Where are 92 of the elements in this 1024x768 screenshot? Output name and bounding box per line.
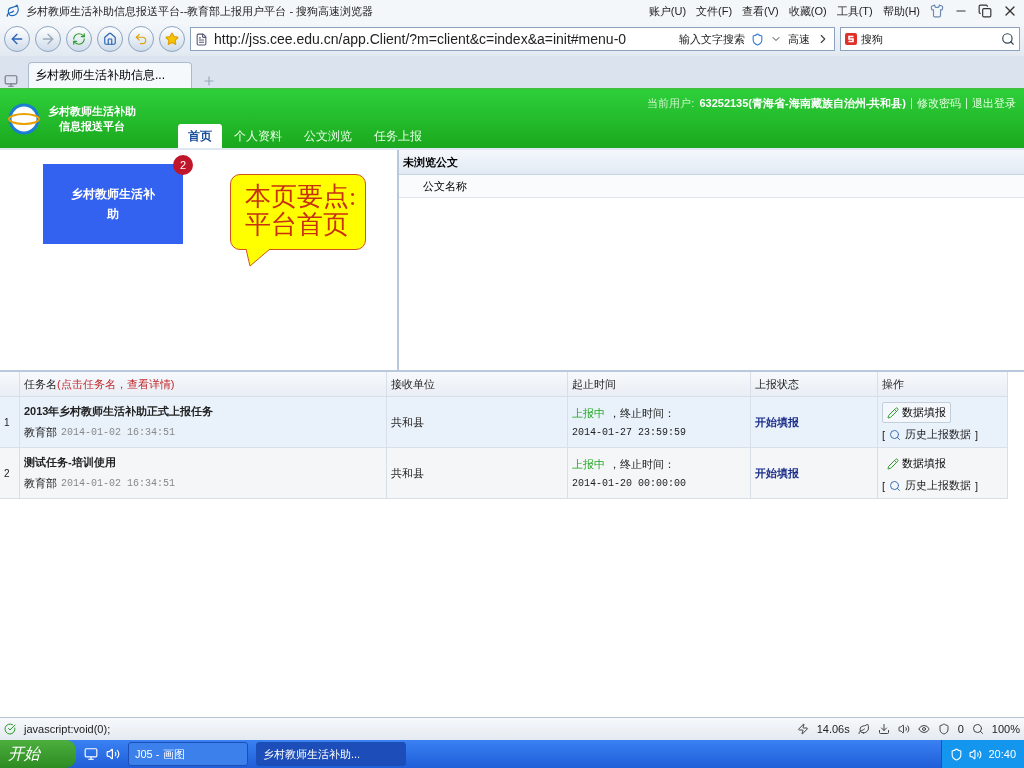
history-link[interactable]: 历史上报数据 (905, 478, 972, 493)
status-text: 上报中 (572, 406, 605, 421)
home-icon[interactable] (103, 32, 117, 46)
desktop-icon[interactable] (84, 747, 98, 761)
column-header: 任务名 (24, 376, 57, 392)
publisher: 教育部 (24, 425, 57, 440)
search-icon[interactable] (1001, 32, 1015, 46)
taskbar-window[interactable]: J05 - 画图 (128, 742, 248, 766)
leaf-icon[interactable] (857, 723, 870, 735)
menu-item[interactable]: 查看(V) (742, 3, 779, 19)
panel-title: 未浏览公文 (399, 150, 1024, 175)
search-hint[interactable]: 输入文字搜索 (679, 31, 745, 47)
table-cell-text: 共和县 (391, 465, 425, 481)
task-name-link[interactable]: 2013年乡村教师生活补助正式上报任务 (24, 404, 386, 419)
window-title: 乡村教师生活补助信息报送平台--教育部上报用户平台 - 搜狗高速浏览器 (26, 3, 374, 19)
table-cell-text: 共和县 (391, 414, 425, 430)
end-time-label: ，终止时间： (609, 457, 675, 472)
task-row[interactable]: 2 测试任务-培训使用 教育部 2014-01-02 16:34:51 共和县 上报中 ，终止时间： 2014-01-20 00:00:00 开始填报 数据填报 [ 历史上报数据 ] (0, 448, 1008, 499)
count-badge: 2 (173, 155, 193, 175)
callout-bubble: 本页要点: 平台首页 (230, 174, 366, 250)
shield-icon[interactable] (751, 32, 764, 46)
eye-icon[interactable] (917, 723, 930, 735)
history-link[interactable]: 历史上报数据 (905, 427, 972, 442)
column-header: 起止时间 (572, 376, 616, 392)
search-icon (889, 428, 902, 441)
user-label: 当前用户: (647, 96, 695, 111)
logo-text: 乡村教师生活补助 (48, 104, 136, 119)
publish-date: 2014-01-02 16:34:51 (61, 478, 176, 489)
row-number: 2 (4, 467, 11, 479)
search-engine-icon (845, 33, 857, 45)
taskbar-window[interactable]: 乡村教师生活补助... (256, 742, 406, 766)
user-name: 63252135(青海省-海南藏族自治州-共和县) (699, 96, 906, 111)
load-time: 14.06s (816, 723, 850, 735)
start-fill-link[interactable]: 开始填报 (755, 414, 877, 430)
done-icon (4, 723, 16, 735)
pencil-icon (887, 406, 899, 419)
fill-data-button[interactable]: 数据填报 (882, 402, 951, 423)
refresh-icon[interactable] (72, 32, 86, 46)
start-fill-link[interactable]: 开始填报 (755, 465, 877, 481)
speed-mode[interactable]: 高速 (788, 31, 810, 47)
bracket: ] (975, 428, 979, 441)
end-time: 2014-01-20 00:00:00 (572, 478, 688, 489)
sidebar-icon[interactable] (4, 74, 18, 88)
fill-data-button[interactable]: 数据填报 (882, 453, 951, 474)
logo-text: 信息报送平台 (59, 119, 125, 134)
address-field[interactable]: http://jss.cee.edu.cn/app.Client/?m=client&c=index&a=init#menu-0 (214, 31, 673, 47)
column-header: 公文名称 (399, 175, 1024, 198)
clock: 20:40 (988, 748, 1016, 760)
end-time-label: ，终止时间： (609, 406, 675, 421)
logo-icon (8, 103, 40, 135)
status-text: 上报中 (572, 457, 605, 472)
sound-icon[interactable] (897, 723, 910, 735)
download-icon[interactable] (877, 723, 890, 735)
publish-date: 2014-01-02 16:34:51 (61, 427, 176, 438)
menu-item[interactable]: 账户(U) (648, 3, 687, 19)
menu-item[interactable]: 文件(F) (696, 3, 733, 19)
end-time: 2014-01-27 23:59:59 (572, 427, 688, 438)
publisher: 教育部 (24, 476, 57, 491)
menu-item[interactable]: 帮助(H) (882, 3, 920, 19)
callout-tail (246, 249, 272, 267)
back-icon[interactable] (9, 31, 25, 47)
restore-icon[interactable] (978, 4, 992, 18)
volume-icon[interactable] (969, 747, 983, 761)
menu-item[interactable]: 收藏(O) (788, 3, 827, 19)
star-icon[interactable] (165, 32, 179, 46)
zoom-icon[interactable] (971, 723, 984, 735)
speed-icon (796, 723, 809, 735)
shield-count: 0 (957, 723, 964, 735)
bracket: [ (882, 428, 886, 441)
shield-icon[interactable] (937, 723, 950, 735)
browser-tab[interactable]: 乡村教师生活补助信息... (28, 62, 192, 88)
column-hint: (点击任务名，查看详情) (57, 376, 175, 392)
media-icon[interactable] (106, 747, 120, 761)
skin-icon[interactable] (930, 4, 944, 18)
bracket: ] (975, 479, 979, 492)
row-number: 1 (4, 416, 11, 428)
column-header: 上报状态 (755, 376, 799, 392)
task-row[interactable]: 1 2013年乡村教师生活补助正式上报任务 教育部 2014-01-02 16:34:51 共和县 上报中 ，终止时间： 2014-01-27 23:59:59 开始填报 数据填报 [ 历史上报数据 ] (0, 397, 1008, 448)
shield-icon[interactable] (950, 747, 964, 761)
menu-item[interactable]: 工具(T) (836, 3, 873, 19)
column-header: 操作 (882, 376, 904, 392)
bracket: [ (882, 479, 886, 492)
search-icon (889, 479, 902, 492)
start-button[interactable]: 开始 (0, 740, 76, 768)
pencil-icon (887, 457, 899, 470)
page-icon (195, 32, 208, 46)
nav-tab[interactable]: 首页 (178, 124, 222, 148)
status-text: javascript:void(0); (24, 723, 111, 735)
browser-logo-icon (6, 4, 20, 18)
zoom-level: 100% (991, 723, 1020, 735)
column-header: 接收单位 (391, 376, 435, 392)
task-name-link[interactable]: 测试任务-培训使用 (24, 455, 386, 470)
